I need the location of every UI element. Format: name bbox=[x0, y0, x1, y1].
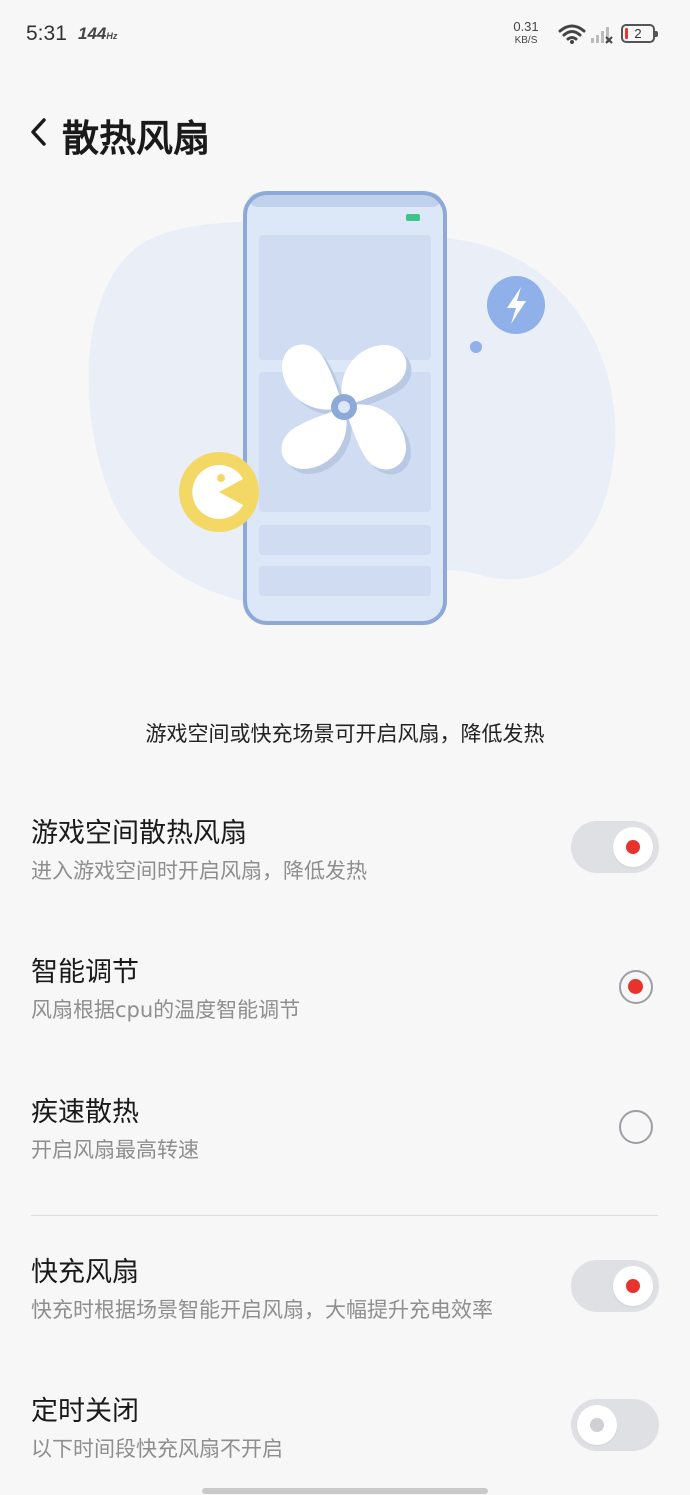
fast-charge-fan-subtitle: 快充时根据场景智能开启风扇，大幅提升充电效率 bbox=[31, 1298, 493, 1322]
game-icon bbox=[179, 452, 259, 532]
fast-charge-fan-title: 快充风扇 bbox=[31, 1257, 139, 1288]
rapid-cooling-title: 疾速散热 bbox=[31, 1097, 139, 1128]
game-fan-toggle[interactable] bbox=[571, 821, 659, 873]
timed-off-title: 定时关闭 bbox=[31, 1396, 139, 1427]
lightning-icon bbox=[487, 276, 545, 334]
game-fan-row[interactable]: 游戏空间散热风扇 进入游戏空间时开启风扇，降低发热 bbox=[0, 811, 690, 891]
rapid-cooling-radio[interactable] bbox=[619, 1110, 653, 1144]
game-fan-title: 游戏空间散热风扇 bbox=[31, 818, 247, 849]
section-divider bbox=[31, 1215, 658, 1216]
network-speed: 0.31 KB/S bbox=[513, 19, 539, 47]
game-fan-subtitle: 进入游戏空间时开启风扇，降低发热 bbox=[31, 859, 367, 883]
page-title: 散热风扇 bbox=[62, 117, 210, 160]
smart-adjust-subtitle: 风扇根据cpu的温度智能调节 bbox=[31, 998, 301, 1022]
description-text: 游戏空间或快充场景可开启风扇，降低发热 bbox=[145, 722, 545, 746]
smart-adjust-row[interactable]: 智能调节 风扇根据cpu的温度智能调节 bbox=[0, 950, 690, 1030]
rapid-cooling-subtitle: 开启风扇最高转速 bbox=[31, 1138, 199, 1162]
smart-adjust-radio[interactable] bbox=[619, 970, 653, 1004]
home-indicator[interactable] bbox=[202, 1488, 488, 1494]
fan-illustration bbox=[88, 191, 616, 625]
timed-off-toggle[interactable] bbox=[571, 1399, 659, 1451]
timed-off-subtitle: 以下时间段快充风扇不开启 bbox=[31, 1437, 283, 1461]
battery-icon: 2 bbox=[621, 24, 658, 43]
status-time: 5:31 bbox=[26, 22, 67, 45]
battery-level: 2 bbox=[634, 26, 642, 41]
back-icon[interactable] bbox=[26, 112, 54, 152]
rapid-cooling-row[interactable]: 疾速散热 开启风扇最高转速 bbox=[0, 1090, 690, 1170]
status-bar: 5:31 144Hz 0.31 KB/S 2 bbox=[0, 0, 690, 72]
timed-off-row[interactable]: 定时关闭 以下时间段快充风扇不开启 bbox=[0, 1389, 690, 1469]
refresh-rate: 144Hz bbox=[78, 24, 118, 43]
fast-charge-fan-row[interactable]: 快充风扇 快充时根据场景智能开启风扇，大幅提升充电效率 bbox=[0, 1250, 690, 1330]
smart-adjust-title: 智能调节 bbox=[31, 957, 139, 988]
fast-charge-fan-toggle[interactable] bbox=[571, 1260, 659, 1312]
wifi-icon bbox=[558, 24, 586, 44]
signal-icon bbox=[591, 27, 613, 44]
